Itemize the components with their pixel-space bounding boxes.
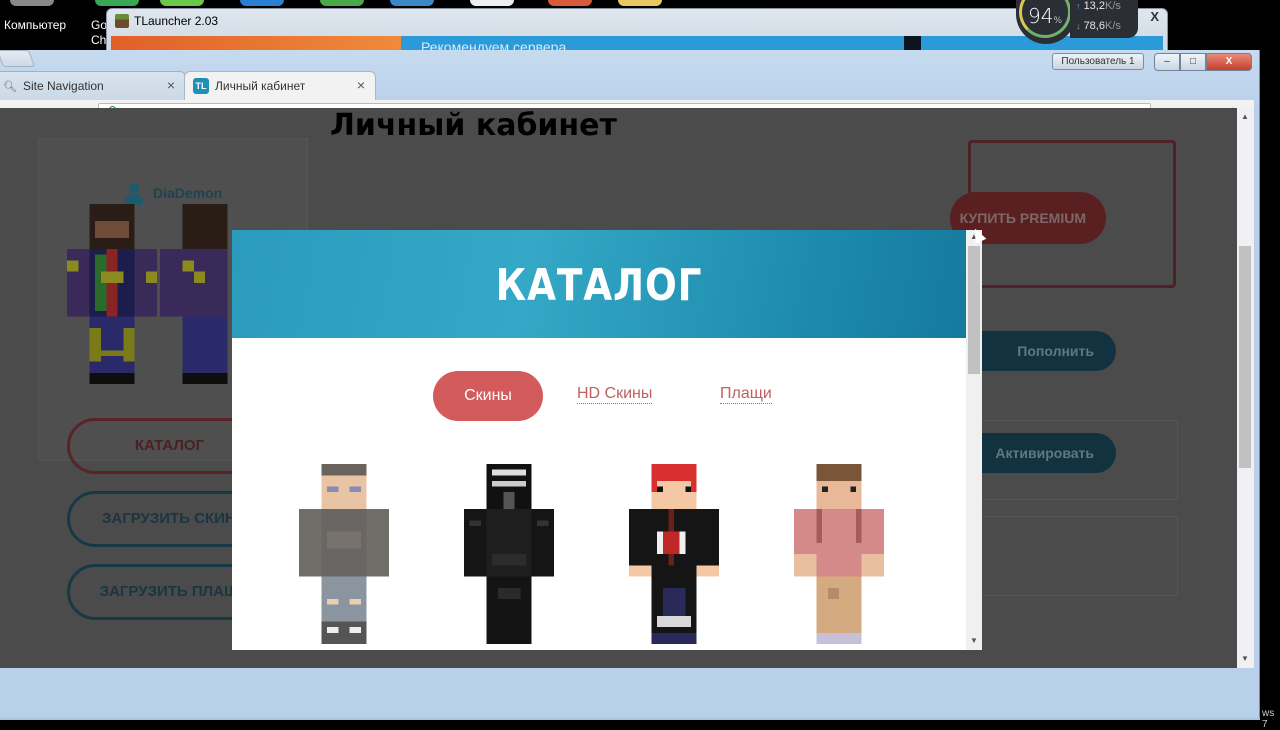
minimize-button[interactable]: – <box>1154 53 1180 71</box>
catalog-modal: КАТАЛОГ Скины HD Скины Плащи ▲ ▼ <box>232 230 982 650</box>
scroll-down-icon[interactable]: ▼ <box>970 636 978 645</box>
username: DiaDemon <box>153 185 223 201</box>
activation-box <box>968 516 1178 596</box>
scroll-up-icon[interactable]: ▲ <box>1241 112 1249 121</box>
modal-header: КАТАЛОГ <box>232 230 966 338</box>
modal-title: КАТАЛОГ <box>495 260 703 311</box>
network-speed: ↑ 13,2K/s ↓ 78,6K/s <box>1070 0 1138 38</box>
skin-item-black-armor[interactable] <box>464 464 554 644</box>
gauge-percent-unit: % <box>1053 16 1063 26</box>
chrome-icon[interactable] <box>95 0 139 6</box>
tab-hd-skins[interactable]: HD Скины <box>577 385 653 404</box>
tab-site-navigation[interactable]: 🔍︎ Site Navigation × <box>0 71 186 100</box>
scroll-down-icon[interactable]: ▼ <box>1241 654 1249 663</box>
skin-item-grey-hoodie[interactable] <box>299 464 389 644</box>
arrow-up-icon: ↑ <box>1076 1 1081 11</box>
maximize-button[interactable]: □ <box>1180 53 1206 71</box>
magnifier-icon: 🔍︎ <box>3 81 17 93</box>
tlauncher-close-button[interactable]: X <box>1150 9 1159 24</box>
tab-close-icon[interactable]: × <box>167 77 175 93</box>
page-scrollbar[interactable]: ▲ ▼ <box>1237 108 1254 668</box>
tlauncher-grass-block-icon <box>115 14 129 28</box>
new-tab-button[interactable] <box>0 50 36 67</box>
tlauncher-title: TLauncher 2.03 <box>134 14 219 28</box>
gauge-percent-value: 94 <box>1028 4 1054 28</box>
tab-label: Site Navigation <box>23 79 104 93</box>
catalog-tabs: Скины HD Скины Плащи <box>232 371 966 421</box>
tab-capes[interactable]: Плащи <box>720 385 772 404</box>
upload-speed: ↑ 13,2K/s <box>1076 0 1121 12</box>
window-controls: – □ X <box>1154 53 1252 71</box>
close-window-button[interactable]: X <box>1206 53 1252 71</box>
arrow-down-icon: ↓ <box>1076 21 1081 31</box>
download-value: 78,6 <box>1083 20 1105 32</box>
download-speed: ↓ 78,6K/s <box>1076 20 1121 32</box>
modal-scrollbar-thumb[interactable] <box>968 246 980 374</box>
tab-label: Личный кабинет <box>215 79 306 93</box>
desktop-label-computer[interactable]: Компьютер <box>4 18 66 32</box>
app-icon[interactable] <box>470 0 514 6</box>
app-icon[interactable] <box>548 0 592 6</box>
upload-value: 13,2 <box>1083 0 1105 12</box>
upload-unit: K/s <box>1104 0 1121 12</box>
gauge-percent: 94% <box>1028 4 1062 28</box>
modal-scrollbar[interactable]: ▲ ▼ <box>966 230 982 650</box>
app-icon[interactable] <box>390 0 434 6</box>
computer-icon[interactable] <box>10 0 54 6</box>
skin-item-red-hair[interactable] <box>629 464 719 644</box>
app-icon[interactable] <box>160 0 204 6</box>
download-unit: K/s <box>1104 20 1121 32</box>
page-title: Личный кабинет <box>330 108 617 143</box>
current-skin-front <box>67 204 157 384</box>
tab-close-icon[interactable]: × <box>357 77 365 93</box>
page-scrollbar-thumb[interactable] <box>1239 246 1251 468</box>
tlauncher-favicon: TL <box>193 78 209 94</box>
skin-item-pink-shirt[interactable] <box>794 464 884 644</box>
user-icon <box>125 183 143 205</box>
app-icon[interactable] <box>320 0 364 6</box>
tab-personal-cabinet[interactable]: TL Личный кабинет × <box>184 71 376 100</box>
desktop-corner-text: ws 7 <box>1262 708 1275 730</box>
profile-button[interactable]: Пользователь 1 <box>1052 53 1144 70</box>
folder-icon[interactable] <box>618 0 662 6</box>
tab-skins[interactable]: Скины <box>433 371 543 421</box>
app-icon[interactable] <box>240 0 284 6</box>
